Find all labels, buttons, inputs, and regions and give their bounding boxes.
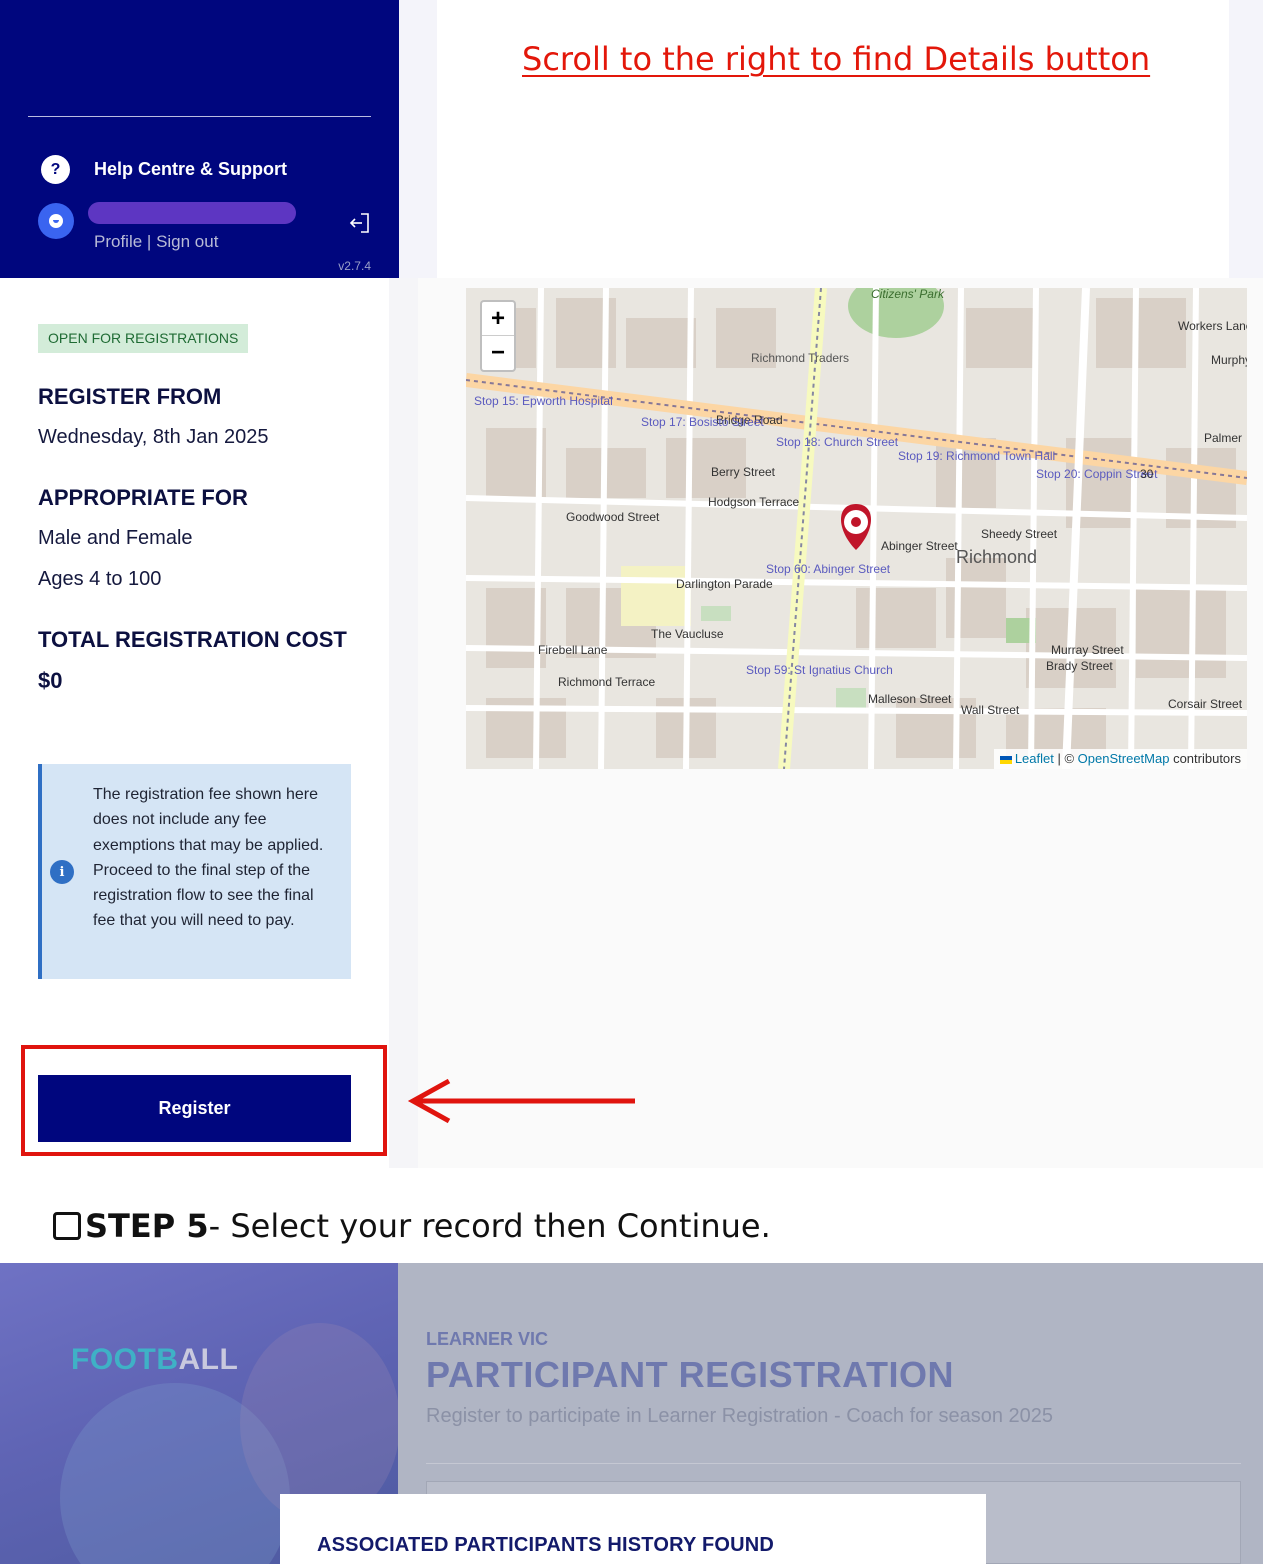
page-title: PARTICIPANT REGISTRATION [426, 1354, 954, 1395]
map-label-stop60: Stop 60: Abinger Street [766, 562, 891, 576]
map-label-brady: Brady Street [1046, 659, 1113, 673]
map-label-road-30: 30 [1140, 467, 1154, 481]
checkbox-icon[interactable] [53, 1212, 81, 1240]
app-version: v2.7.4 [338, 259, 371, 273]
profile-links: Profile | Sign out [94, 232, 218, 252]
map-label-berry: Berry Street [711, 465, 776, 479]
cost-value: $0 [38, 668, 63, 693]
status-badge: OPEN FOR REGISTRATIONS [38, 324, 249, 353]
cost-label: TOTAL REGISTRATION COST [38, 627, 347, 652]
info-icon: i [50, 860, 74, 884]
register-from-label: REGISTER FROM [38, 384, 222, 409]
scroll-instruction-annotation: Scroll to the right to find Details butt… [522, 40, 1151, 78]
profile-link[interactable]: Profile [94, 232, 142, 251]
map-label-stop15: Stop 15: Epworth Hospital [474, 394, 613, 408]
map-label-goodwood: Goodwood Street [566, 510, 660, 524]
user-avatar-icon [38, 203, 74, 239]
map-label-palmer: Palmer [1204, 431, 1242, 445]
map-label-stop19: Stop 19: Richmond Town Hall [898, 449, 1055, 463]
map-label-wall: Wall Street [961, 703, 1020, 717]
step-instruction: - Select your record then Continue. [208, 1207, 771, 1245]
map-label-murray: Murray Street [1051, 643, 1124, 657]
ages-value: Ages 4 to 100 [38, 568, 162, 590]
location-map[interactable]: Citizens' Park Richmond Traders Bridge R… [466, 288, 1247, 769]
modal-title: ASSOCIATED PARTICIPANTS HISTORY FOUND [317, 1534, 775, 1556]
participant-history-modal: ASSOCIATED PARTICIPANTS HISTORY FOUND [280, 1494, 986, 1564]
map-label-darlington: Darlington Parade [676, 577, 773, 591]
redacted-username [88, 202, 296, 224]
map-label-citizens-park: Citizens' Park [871, 288, 945, 301]
step-number: STEP 5 [85, 1207, 209, 1245]
step-heading: STEP 5 - Select your record then Continu… [53, 1207, 771, 1245]
register-from-value: Wednesday, 8th Jan 2025 [38, 426, 269, 448]
register-button[interactable]: Register [38, 1075, 351, 1142]
map-label-workers: Workers Lane [1178, 319, 1247, 333]
map-label-stop59: Stop 59: St Ignatius Church [746, 663, 893, 677]
map-label-richmond-traders: Richmond Traders [751, 351, 849, 365]
fee-info-box: i The registration fee shown here does n… [38, 764, 351, 979]
map-label-vaucluse: The Vaucluse [651, 627, 724, 641]
football-logo: FOOTBALL [71, 1343, 239, 1376]
help-icon: ? [41, 155, 70, 184]
map-label-murphy: Murphy [1211, 353, 1247, 367]
map-label-abinger: Abinger Street [881, 539, 958, 553]
zoom-out-button[interactable]: − [482, 336, 514, 370]
map-attribution: Leaflet | © OpenStreetMap contributors [993, 749, 1247, 769]
ukraine-flag-icon [999, 755, 1012, 764]
map-label-sheedy: Sheedy Street [981, 527, 1058, 541]
sidebar: ? Help Centre & Support Profile | Sign o… [0, 0, 399, 278]
fee-info-text: The registration fee shown here does not… [93, 786, 324, 930]
attribution-separator: | © [1053, 751, 1078, 766]
map-label-corsair: Corsair Street [1168, 697, 1243, 711]
details-panel [0, 278, 389, 1168]
header-divider [426, 1463, 1241, 1464]
map-label-hodgson: Hodgson Terrace [708, 495, 799, 509]
map-label-richmond: Richmond [956, 547, 1037, 567]
map-label-stop17: Stop 17: Bosisto Street [641, 415, 764, 429]
map-label-richmond-terrace: Richmond Terrace [558, 675, 655, 689]
map-tiles: Citizens' Park Richmond Traders Bridge R… [466, 288, 1247, 769]
help-centre-label: Help Centre & Support [94, 159, 288, 179]
arrow-left-annotation-icon [407, 1078, 635, 1124]
organisation-name: LEARNER VIC [426, 1329, 549, 1349]
zoom-in-button[interactable]: + [482, 302, 514, 336]
attribution-contributors: contributors [1169, 751, 1241, 766]
profile-separator: | [142, 232, 157, 251]
map-label-malleson: Malleson Street [868, 692, 952, 706]
appropriate-for-label: APPROPRIATE FOR [38, 485, 248, 510]
map-zoom-control: + − [480, 300, 516, 372]
openstreetmap-link[interactable]: OpenStreetMap [1078, 751, 1170, 766]
help-centre-link[interactable]: ? Help Centre & Support [41, 155, 287, 184]
sign-out-link[interactable]: Sign out [156, 232, 218, 251]
sign-out-icon[interactable] [348, 212, 370, 234]
gender-value: Male and Female [38, 527, 193, 549]
sidebar-divider [28, 116, 371, 117]
map-label-stop18: Stop 18: Church Street [776, 435, 899, 449]
leaflet-link[interactable]: Leaflet [1015, 751, 1054, 766]
page-subtitle: Register to participate in Learner Regis… [426, 1405, 1054, 1427]
map-label-firebell: Firebell Lane [538, 643, 608, 657]
